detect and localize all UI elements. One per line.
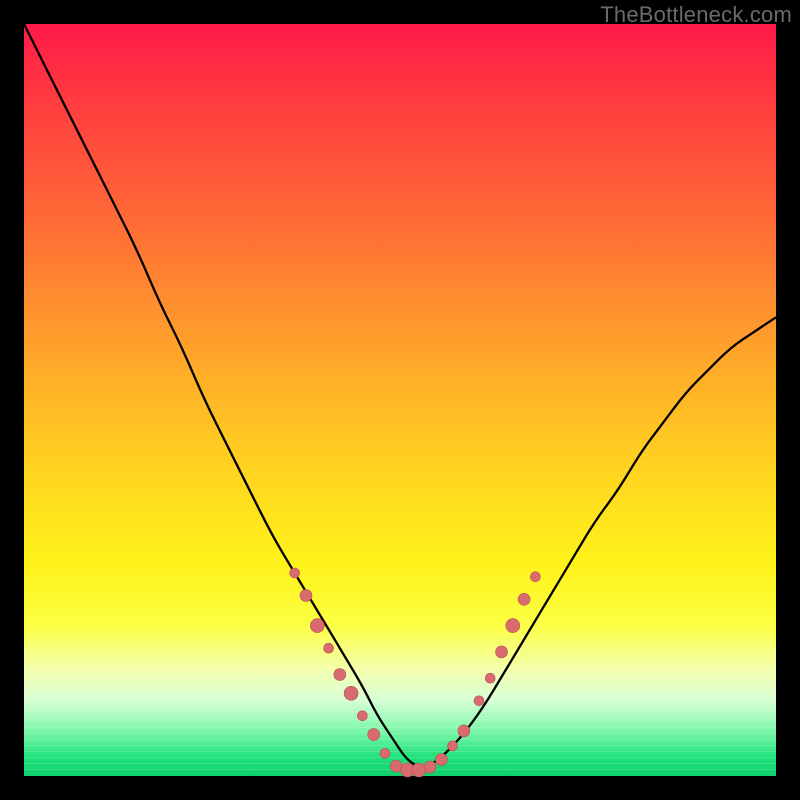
bottleneck-curve	[24, 24, 776, 767]
sample-dot	[496, 646, 508, 658]
sample-dot	[344, 686, 358, 700]
sample-dot	[424, 761, 436, 773]
sample-dot	[506, 619, 520, 633]
sample-dot	[458, 725, 470, 737]
plot-area	[24, 24, 776, 776]
sample-dot	[485, 673, 495, 683]
sample-dots-layer	[290, 568, 541, 777]
sample-dot	[380, 748, 390, 758]
sample-dot	[300, 590, 312, 602]
sample-dot	[334, 669, 346, 681]
sample-dot	[518, 593, 530, 605]
attribution-text: TheBottleneck.com	[600, 2, 792, 28]
sample-dot	[435, 754, 447, 766]
sample-dot	[357, 711, 367, 721]
sample-dot	[324, 643, 334, 653]
sample-dot	[368, 729, 380, 741]
sample-dot	[530, 572, 540, 582]
curve-layer	[24, 24, 776, 767]
chart-svg	[24, 24, 776, 776]
sample-dot	[290, 568, 300, 578]
sample-dot	[412, 763, 426, 777]
sample-dot	[448, 741, 458, 751]
sample-dot	[474, 696, 484, 706]
sample-dot	[310, 619, 324, 633]
